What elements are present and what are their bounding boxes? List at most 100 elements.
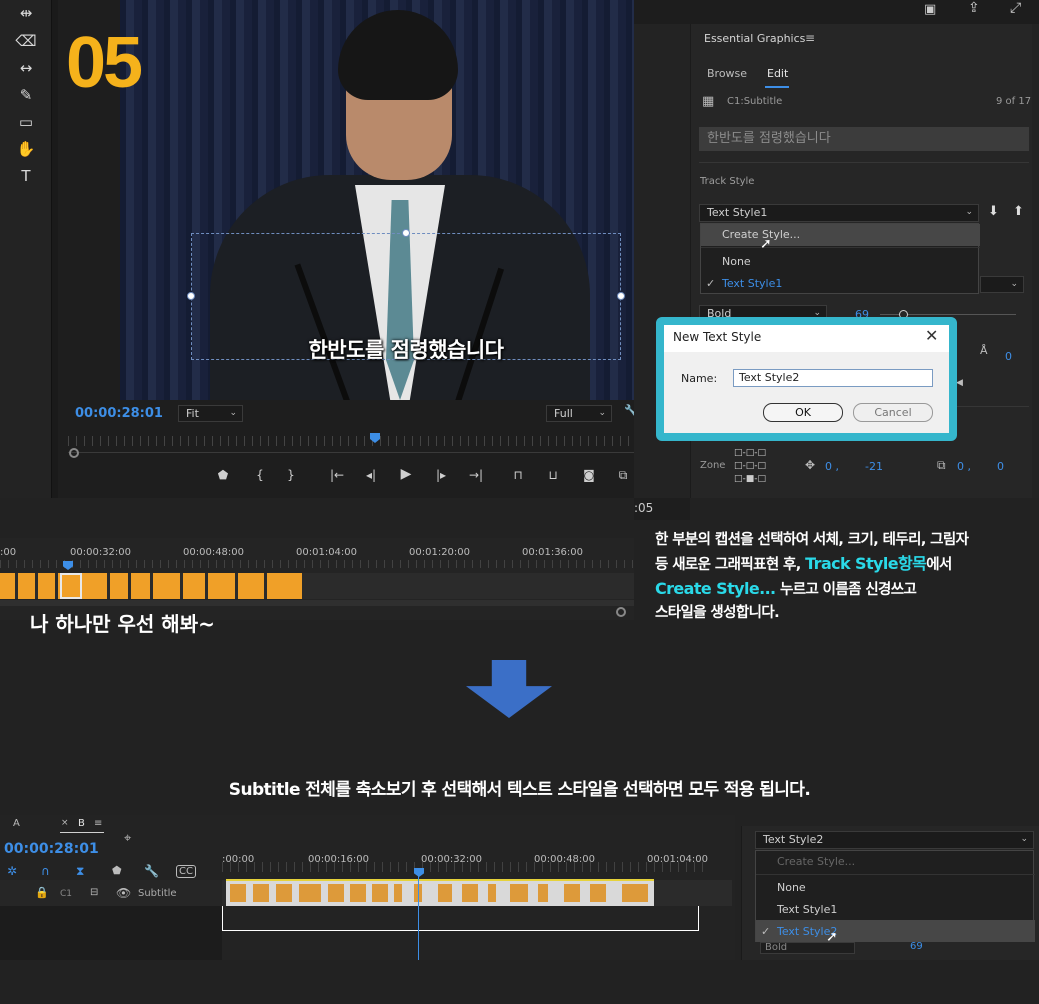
panel-icon[interactable]: ▣ — [924, 2, 936, 17]
export-icon[interactable]: ⇪ — [968, 0, 980, 16]
caption-clip[interactable] — [590, 884, 606, 902]
menu-item-none[interactable]: None — [722, 255, 751, 268]
expand-triangle-icon[interactable]: ◀ — [956, 378, 963, 388]
caption-text-input[interactable]: 한반도를 점령했습니다 — [699, 127, 1029, 151]
hand-icon[interactable]: ✋ — [14, 138, 38, 160]
tracking-value[interactable]: 0 — [1005, 350, 1012, 363]
close-icon[interactable]: × — [61, 818, 69, 828]
program-timecode[interactable]: 00:00:28:01 — [75, 406, 163, 421]
zoom-select[interactable]: Fit ⌄ — [178, 405, 243, 422]
go-to-in-icon[interactable]: |← — [327, 468, 347, 482]
style-name-input[interactable]: Text Style2 — [733, 369, 933, 387]
lift-icon[interactable]: ⊓ — [508, 468, 528, 482]
tab-b[interactable]: B — [78, 818, 85, 829]
tab-a[interactable]: A — [13, 818, 20, 829]
go-to-out-icon[interactable]: →| — [466, 468, 486, 482]
caption-clip[interactable] — [462, 884, 478, 902]
caption-clip[interactable] — [372, 884, 388, 902]
pen-icon[interactable]: ✎ — [14, 84, 38, 106]
font-style-select-partial[interactable]: ⌄ — [980, 276, 1024, 293]
track-style-select[interactable]: Text Style2 ⌄ — [755, 831, 1034, 849]
snap-icon[interactable]: ✲ — [7, 864, 17, 878]
eye-icon[interactable]: 👁 — [116, 886, 131, 900]
step-forward-icon[interactable]: |▸ — [431, 468, 451, 482]
caption-clip[interactable] — [510, 884, 528, 902]
push-up-icon[interactable]: ⬆ — [1013, 204, 1024, 219]
font-weight-select[interactable]: Bold — [760, 942, 855, 954]
bbox-handle-left[interactable] — [187, 292, 195, 300]
rectangle-icon[interactable]: ▭ — [14, 111, 38, 133]
tab-edit[interactable]: Edit — [767, 67, 788, 80]
mark-out-icon[interactable]: } — [281, 468, 301, 482]
lock-icon[interactable]: 🔒 — [35, 886, 49, 899]
caption-clip[interactable] — [276, 884, 292, 902]
zoom-scroll-handle[interactable] — [69, 448, 79, 458]
compare-icon[interactable]: ⧉ — [613, 468, 633, 483]
extract-icon[interactable]: ⊔ — [543, 468, 563, 482]
bbox-handle-top[interactable] — [402, 229, 410, 237]
menu-item-create-style[interactable]: Create Style... — [777, 855, 855, 868]
play-icon[interactable]: ▶ — [396, 466, 416, 482]
track-style-select[interactable]: Text Style1 ⌄ — [699, 204, 979, 222]
marker-icon[interactable]: ⬟ — [213, 468, 233, 482]
caption-clip[interactable] — [350, 884, 366, 902]
marker-icon[interactable]: ⬟ — [112, 864, 122, 877]
bbox-handle-right[interactable] — [617, 292, 625, 300]
caption-clip[interactable] — [622, 884, 648, 902]
position-y-value[interactable]: -21 — [865, 460, 883, 473]
add-icon[interactable]: ⌖ — [124, 831, 131, 846]
caption-clip[interactable] — [328, 884, 344, 902]
caption-clip[interactable] — [438, 884, 452, 902]
selection-bar — [226, 879, 654, 881]
fullscreen-icon[interactable]: ⤢ — [1010, 0, 1021, 16]
caption-clip[interactable] — [299, 884, 321, 902]
align-grid-icon[interactable]: □-□-□ □-□-□ □-■-□ — [734, 447, 772, 487]
desc-line-3: Create Style... 누르고 이름좀 신경쓰고 — [655, 577, 1039, 602]
caption-clip[interactable] — [394, 884, 402, 902]
track-header-empty — [0, 906, 222, 960]
anchor-icon: ⧉ — [937, 458, 946, 472]
ok-button[interactable]: OK — [763, 403, 843, 422]
timeline-ruler[interactable] — [222, 862, 710, 872]
menu-item-none[interactable]: None — [777, 881, 806, 894]
program-ruler[interactable] — [68, 436, 634, 446]
add-marker-icon[interactable]: ⧗ — [76, 864, 84, 879]
caption-track-icon[interactable]: ⊟ — [90, 887, 98, 898]
close-icon[interactable]: ✕ — [925, 326, 938, 345]
slip-icon[interactable]: ↔ — [14, 57, 38, 79]
anchor-x-value[interactable]: 0 , — [957, 460, 971, 473]
selected-clip[interactable] — [60, 573, 82, 599]
caption-clip[interactable] — [564, 884, 580, 902]
video-caption[interactable]: 한반도를 점령했습니다 — [191, 334, 621, 364]
timeline-timecode[interactable]: 00:00:28:01 — [4, 841, 99, 857]
font-size-value[interactable]: 69 — [910, 942, 923, 954]
type-icon[interactable]: T — [14, 165, 38, 187]
menu-item-text-style1[interactable]: Text Style1 — [722, 277, 782, 290]
caption-clip[interactable] — [488, 884, 496, 902]
linked-selection-icon[interactable]: ∩ — [41, 864, 50, 878]
razor-icon[interactable]: ⌫ — [14, 30, 38, 52]
resolution-select[interactable]: Full ⌄ — [546, 405, 612, 422]
zoom-scroll-handle[interactable] — [616, 607, 626, 617]
push-down-icon[interactable]: ⬇ — [988, 204, 999, 219]
hamburger-menu-icon[interactable]: ≡ — [805, 31, 815, 45]
cancel-button[interactable]: Cancel — [853, 403, 933, 422]
position-x-value[interactable]: 0 , — [825, 460, 839, 473]
caption-clip[interactable] — [230, 884, 246, 902]
captions-icon[interactable]: CC — [176, 865, 196, 878]
hamburger-menu-icon[interactable]: ≡ — [94, 818, 102, 829]
caption-clip[interactable] — [253, 884, 269, 902]
tab-browse[interactable]: Browse — [707, 67, 747, 80]
caption-clips-selected[interactable] — [226, 880, 654, 906]
menu-item-text-style1[interactable]: Text Style1 — [777, 903, 837, 916]
wrench-icon[interactable]: 🔧 — [144, 864, 159, 878]
camera-icon[interactable]: ◙ — [579, 468, 599, 482]
step-back-icon[interactable]: ◂| — [361, 468, 381, 482]
track-select-icon[interactable]: ⇹ — [14, 2, 38, 24]
timeline-ruler[interactable] — [0, 560, 634, 568]
caption-clip[interactable] — [538, 884, 548, 902]
anchor-y-value[interactable]: 0 — [997, 460, 1004, 473]
mark-in-icon[interactable]: { — [250, 468, 270, 482]
caption-clips[interactable] — [0, 573, 302, 599]
clip-gap — [264, 573, 267, 599]
